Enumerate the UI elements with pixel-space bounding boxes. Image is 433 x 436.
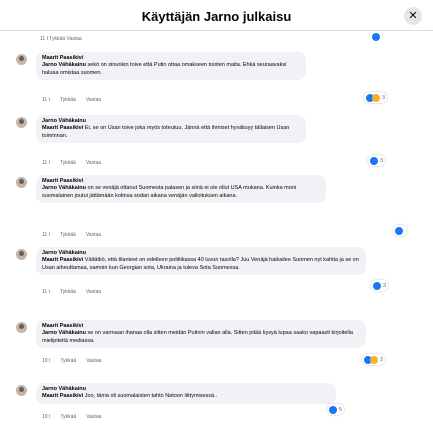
avatar[interactable] bbox=[16, 177, 27, 188]
comment-bubble: Maarit Paasikivi Jarno Vähäkainu on se v… bbox=[36, 175, 326, 203]
reaction-summary[interactable]: 2 bbox=[362, 354, 386, 365]
comment-author[interactable]: Jarno Vähäkainu bbox=[42, 250, 360, 257]
comment-text: Jarno Vähäkainu se on varmaan ihanaa oll… bbox=[42, 330, 360, 345]
comment-actions: 11 t Tykkää Vastaa bbox=[42, 160, 111, 166]
reply-button[interactable]: Vastaa bbox=[86, 414, 101, 420]
comment-text: Jarno Vähäkainu on se venäjä ottanut Suo… bbox=[42, 185, 320, 200]
mention[interactable]: Jarno Vähäkainu bbox=[42, 330, 86, 336]
reaction-count: 5 bbox=[339, 406, 343, 413]
reaction-summary[interactable]: 3 bbox=[371, 280, 389, 291]
reply-button[interactable]: Vastaa bbox=[86, 97, 101, 103]
comment-bubble: Maarit Paasikivi Jarno Vähäkainu sekö on… bbox=[36, 52, 306, 80]
reaction-summary[interactable]: 5 bbox=[327, 404, 345, 415]
reply-button[interactable]: Vastaa bbox=[86, 232, 101, 238]
reaction-summary[interactable]: 3 bbox=[364, 92, 388, 103]
comment-body: Väitätkö, että tilanteet on edelleen pol… bbox=[42, 257, 359, 271]
avatar[interactable] bbox=[16, 54, 27, 65]
dialog-title: Käyttäjän Jarno julkaisu bbox=[141, 9, 292, 24]
comment-text: Jarno Vähäkainu sekö on sinunkin toive e… bbox=[42, 62, 300, 77]
like-button[interactable]: Tykkää bbox=[60, 160, 76, 166]
reaction-count: 3 bbox=[380, 157, 384, 164]
comment-body: se on varmaan ihanaa olla sitten meidän … bbox=[42, 330, 353, 344]
reaction-count: 2 bbox=[380, 356, 384, 363]
mention[interactable]: Jarno Vähäkainu bbox=[42, 185, 86, 191]
avatar[interactable] bbox=[16, 249, 27, 260]
like-button[interactable]: Tykkää bbox=[60, 414, 76, 420]
close-icon[interactable]: ✕ bbox=[404, 7, 422, 25]
comment-author[interactable]: Maarit Paasikivi bbox=[42, 178, 320, 185]
comment-actions: 11 t Tykkää Vastaa bbox=[42, 289, 111, 295]
haha-reaction-icon bbox=[370, 355, 378, 364]
comment-author[interactable]: Maarit Paasikivi bbox=[42, 323, 360, 330]
mention[interactable]: Jarno Vähäkainu bbox=[42, 62, 86, 68]
dialog-header: Käyttäjän Jarno julkaisu ✕ bbox=[0, 0, 433, 30]
comment-time[interactable]: 10 t bbox=[42, 414, 50, 420]
previous-comment-actions[interactable]: 11 t Tykkää Vastaa bbox=[40, 36, 82, 42]
like-reaction-icon bbox=[370, 156, 378, 165]
like-reaction-icon bbox=[329, 405, 337, 414]
avatar[interactable] bbox=[16, 322, 27, 333]
comment-text: Maarit Paasikivi Ei, se on Usan toive jo… bbox=[42, 125, 300, 140]
comment-time[interactable]: 11 t bbox=[42, 97, 50, 103]
mention[interactable]: Maarit Paasikivi bbox=[42, 125, 83, 131]
comment-actions: 11 t Tykkää Vastaa bbox=[42, 97, 111, 103]
comment-actions: 10 t Tykkää Vastaa bbox=[42, 358, 111, 364]
like-reaction-icon bbox=[373, 281, 381, 290]
comment-author[interactable]: Maarit Paasikivi bbox=[42, 55, 300, 62]
like-button[interactable]: Tykkää bbox=[60, 358, 76, 364]
reply-button[interactable]: Vastaa bbox=[86, 358, 101, 364]
mention[interactable]: Maarit Paasikivi bbox=[42, 393, 83, 399]
comment-body: Joo, tämä oli suomalaisten tahto Natoon … bbox=[83, 393, 218, 399]
comment-bubble: Jarno Vähäkainu Maarit Paasikivi Joo, tä… bbox=[36, 383, 336, 404]
reaction-summary[interactable]: 3 bbox=[368, 155, 386, 166]
avatar[interactable] bbox=[16, 117, 27, 128]
comment-actions: 11 t Tykkää Vastaa bbox=[42, 232, 111, 238]
like-reaction-icon[interactable] bbox=[372, 33, 380, 41]
reply-button[interactable]: Vastaa bbox=[86, 160, 101, 166]
comment-time[interactable]: 10 t bbox=[42, 358, 50, 364]
comment-time[interactable]: 11 t bbox=[42, 289, 50, 295]
reaction-count: 3 bbox=[382, 94, 386, 101]
comment-bubble: Jarno Vähäkainu Maarit Paasikivi Väitätk… bbox=[36, 247, 366, 275]
reaction-count: 3 bbox=[383, 282, 387, 289]
comment-time[interactable]: 11 t bbox=[42, 232, 50, 238]
mention[interactable]: Maarit Paasikivi bbox=[42, 257, 83, 263]
comment-text: Maarit Paasikivi Joo, tämä oli suomalais… bbox=[42, 393, 330, 401]
like-button[interactable]: Tykkää bbox=[60, 97, 76, 103]
comment-actions: 10 t Tykkää Vastaa bbox=[42, 414, 111, 420]
haha-reaction-icon bbox=[372, 93, 380, 102]
like-button[interactable]: Tykkää bbox=[60, 232, 76, 238]
avatar[interactable] bbox=[16, 385, 27, 396]
like-reaction-icon bbox=[395, 226, 403, 235]
comment-author[interactable]: Jarno Vähäkainu bbox=[42, 118, 300, 125]
reaction-summary[interactable] bbox=[393, 225, 407, 236]
comment-author[interactable]: Jarno Vähäkainu bbox=[42, 386, 330, 393]
comment-time[interactable]: 11 t bbox=[42, 160, 50, 166]
reply-button[interactable]: Vastaa bbox=[86, 289, 101, 295]
comment-bubble: Maarit Paasikivi Jarno Vähäkainu se on v… bbox=[36, 320, 366, 348]
like-button[interactable]: Tykkää bbox=[60, 289, 76, 295]
header-divider bbox=[0, 30, 433, 31]
comment-bubble: Jarno Vähäkainu Maarit Paasikivi Ei, se … bbox=[36, 115, 306, 143]
comment-text: Maarit Paasikivi Väitätkö, että tilantee… bbox=[42, 257, 360, 272]
